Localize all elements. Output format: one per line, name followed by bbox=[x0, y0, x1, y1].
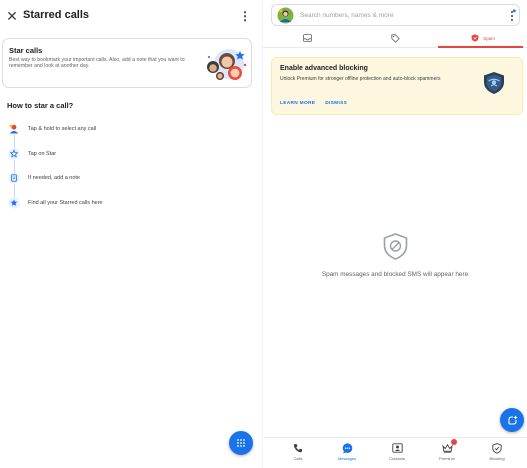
nav-label: Blocking bbox=[489, 456, 505, 461]
new-message-button[interactable] bbox=[500, 408, 524, 432]
blocking-card-title: Enable advanced blocking bbox=[280, 65, 368, 72]
tag-icon bbox=[390, 33, 400, 43]
premium-notification-badge bbox=[451, 439, 457, 445]
profile-avatar-icon[interactable] bbox=[277, 7, 294, 24]
advanced-blocking-card: Enable advanced blocking Unlock Premium … bbox=[271, 57, 523, 115]
more-options-icon[interactable]: ⋮ bbox=[239, 8, 251, 24]
nav-premium[interactable]: Premium bbox=[427, 439, 467, 466]
step-label: If needed, add a note bbox=[28, 175, 80, 181]
shield-check-icon bbox=[492, 442, 502, 454]
shield-icon bbox=[471, 34, 479, 42]
search-bar[interactable] bbox=[271, 4, 520, 26]
nav-label: Contacts bbox=[389, 456, 405, 461]
message-tabs: Spam bbox=[263, 28, 527, 48]
phone-icon bbox=[293, 444, 302, 453]
chat-icon bbox=[342, 442, 352, 454]
nav-label: Premium bbox=[438, 456, 455, 461]
new-chat-icon bbox=[507, 415, 517, 425]
blocking-card-actions: LEARN MORE DISMISS bbox=[280, 101, 347, 106]
page-title: Starred calls bbox=[23, 9, 90, 21]
empty-state-message: Spam messages and blocked SMS will appea… bbox=[321, 271, 469, 278]
dismiss-button[interactable]: DISMISS bbox=[325, 101, 347, 106]
dialpad-button[interactable] bbox=[229, 431, 253, 455]
inbox-icon bbox=[302, 34, 312, 42]
more-vert-icon[interactable] bbox=[508, 9, 516, 23]
avatar-icon bbox=[8, 123, 20, 135]
crown-icon bbox=[441, 443, 453, 453]
top-app-bar: ✕ Starred calls ⋮ bbox=[0, 0, 262, 32]
nav-messages[interactable]: Messages bbox=[327, 442, 367, 466]
step-item: Tap on Star bbox=[8, 147, 56, 161]
star-filled-icon bbox=[8, 197, 20, 209]
note-icon bbox=[8, 172, 20, 184]
step-label: Find all your Starred calls here bbox=[28, 200, 103, 206]
tab-spam-label: Spam bbox=[483, 35, 495, 41]
step-label: Tap on Star bbox=[28, 151, 57, 157]
nav-calls[interactable]: Calls bbox=[278, 442, 318, 466]
tab-promotions[interactable] bbox=[351, 28, 439, 48]
step-item: Find all your Starred calls here bbox=[8, 196, 103, 210]
active-tab-indicator bbox=[438, 46, 523, 48]
close-icon[interactable]: ✕ bbox=[4, 8, 20, 24]
bottom-navigation: Calls Messages Contacts Premium Blocking bbox=[263, 437, 527, 468]
search-input[interactable] bbox=[300, 8, 480, 23]
nav-contacts[interactable]: Contacts bbox=[377, 442, 417, 466]
premium-shield-icon bbox=[484, 72, 504, 94]
star-card-title: Star calls bbox=[9, 46, 43, 55]
messages-panel: Spam Enable advanced blocking Unlock Pre… bbox=[263, 0, 527, 468]
step-label: Tap & hold to select any call bbox=[28, 126, 97, 132]
starred-calls-panel: ✕ Starred calls ⋮ Star calls Best way to… bbox=[0, 0, 262, 468]
learn-more-button[interactable]: LEARN MORE bbox=[280, 101, 315, 106]
tab-spam[interactable]: Spam bbox=[439, 28, 527, 48]
contacts-icon bbox=[391, 443, 403, 453]
nav-label: Messages bbox=[337, 456, 357, 461]
blocking-card-description: Unlock Premium for stronger offline prot… bbox=[280, 76, 441, 82]
tab-inbox[interactable] bbox=[263, 28, 351, 48]
starred-people-illustration bbox=[207, 49, 247, 80]
spam-shield-empty-icon bbox=[383, 233, 408, 260]
star-calls-card: Star calls Best way to bookmark your imp… bbox=[2, 38, 252, 88]
nav-blocking[interactable]: Blocking bbox=[477, 442, 517, 466]
star-outline-icon bbox=[8, 148, 20, 160]
step-item: Tap & hold to select any call bbox=[8, 122, 96, 136]
how-to-star-title: How to star a call? bbox=[7, 101, 74, 110]
nav-label: Calls bbox=[293, 456, 303, 461]
step-item: If needed, add a note bbox=[8, 171, 80, 185]
dialpad-icon bbox=[237, 439, 245, 447]
star-card-description: Best way to bookmark your important call… bbox=[9, 57, 185, 70]
